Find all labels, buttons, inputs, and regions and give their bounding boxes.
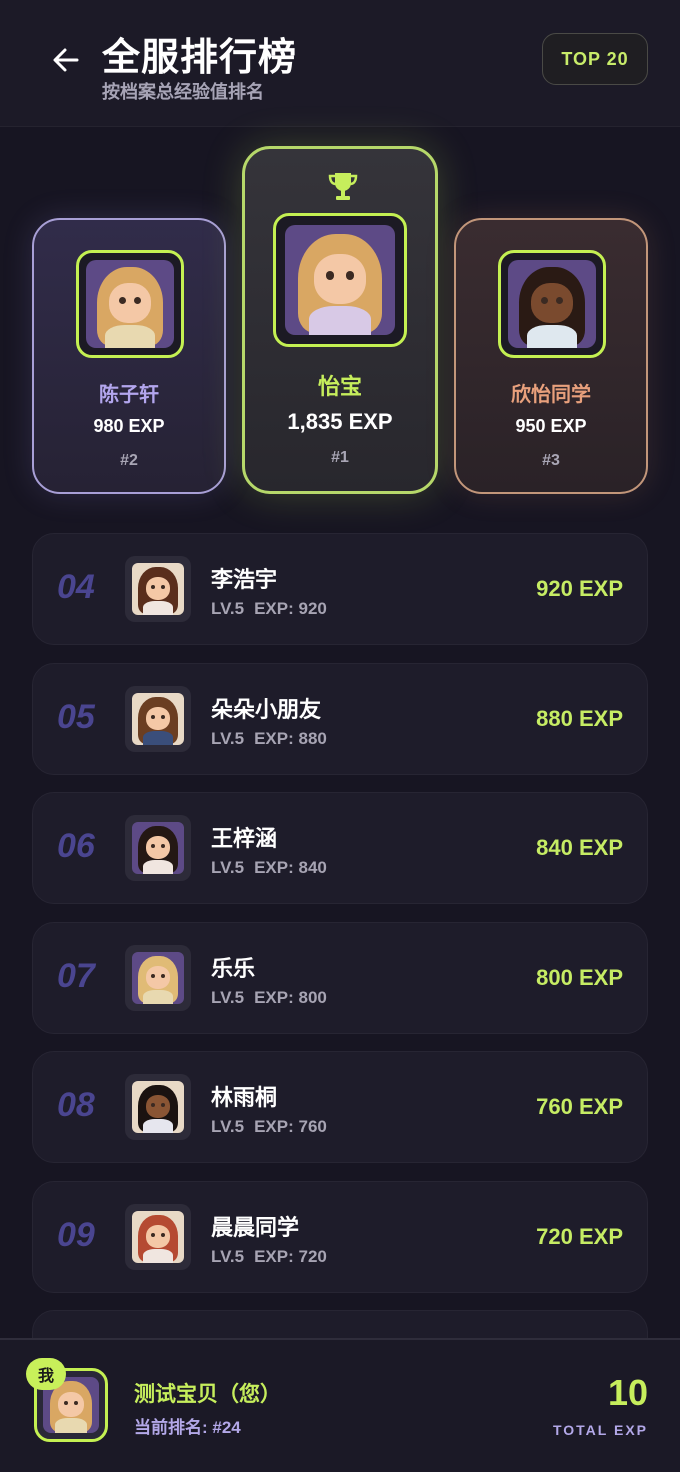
total-exp-label: TOTAL EXP bbox=[552, 1422, 648, 1438]
user-name: 朵朵小朋友 bbox=[211, 697, 322, 722]
user-meta: LV.5 EXP: 920 bbox=[211, 599, 327, 618]
header: 全服排行榜 按档案总经验值排名 TOP 20 bbox=[0, 0, 680, 127]
exp-value: 880 EXP bbox=[536, 706, 623, 731]
rank-number: 05 bbox=[57, 698, 95, 736]
rank-number: 06 bbox=[57, 827, 95, 865]
list-item[interactable]: 05 朵朵小朋友 LV.5 EXP: 880 880 EXP bbox=[32, 663, 648, 775]
podium-exp: 950 EXP bbox=[515, 416, 587, 436]
user-name: 李浩宇 bbox=[211, 567, 278, 592]
page-subtitle: 按档案总经验值排名 bbox=[102, 82, 264, 102]
user-meta: LV.5 EXP: 760 bbox=[211, 1117, 327, 1136]
rank-number: 04 bbox=[57, 568, 95, 606]
list-item[interactable]: 06 王梓涵 LV.5 EXP: 840 840 EXP bbox=[32, 792, 648, 904]
exp-value: 800 EXP bbox=[536, 965, 623, 990]
list-item[interactable]: 08 林雨桐 LV.5 EXP: 760 760 EXP bbox=[32, 1051, 648, 1163]
podium-rank: #3 bbox=[542, 452, 560, 469]
podium-second[interactable]: 陈子轩 980 EXP #2 bbox=[32, 218, 226, 494]
podium-exp: 980 EXP bbox=[93, 416, 165, 436]
user-name: 乐乐 bbox=[211, 956, 256, 981]
podium-name: 怡宝 bbox=[317, 374, 362, 399]
user-name: 晨晨同学 bbox=[211, 1215, 300, 1240]
exp-value: 840 EXP bbox=[536, 835, 623, 860]
exp-value: 720 EXP bbox=[536, 1224, 623, 1249]
podium-rank: #1 bbox=[331, 449, 349, 466]
page-title: 全服排行榜 bbox=[102, 37, 298, 79]
exp-value: 920 EXP bbox=[536, 576, 623, 601]
my-name: 测试宝贝（您） bbox=[134, 1383, 281, 1406]
avatar-frame bbox=[273, 213, 407, 347]
user-name: 王梓涵 bbox=[211, 826, 278, 851]
podium-rank: #2 bbox=[120, 452, 138, 469]
avatar bbox=[125, 815, 191, 881]
avatar bbox=[86, 260, 174, 348]
podium-first[interactable]: 怡宝 1,835 EXP #1 bbox=[242, 146, 438, 494]
podium-name: 欣怡同学 bbox=[511, 384, 591, 406]
user-meta: LV.5 EXP: 880 bbox=[211, 729, 327, 748]
rank-number: 07 bbox=[57, 957, 95, 995]
user-name: 林雨桐 bbox=[211, 1085, 278, 1110]
list-item[interactable]: 07 乐乐 LV.5 EXP: 800 800 EXP bbox=[32, 922, 648, 1034]
list-item[interactable]: 04 李浩宇 LV.5 EXP: 920 920 EXP bbox=[32, 533, 648, 645]
avatar-frame bbox=[76, 250, 184, 358]
me-badge: 我 bbox=[26, 1358, 66, 1390]
avatar bbox=[125, 1074, 191, 1140]
list-item[interactable]: 09 晨晨同学 LV.5 EXP: 720 720 EXP bbox=[32, 1181, 648, 1293]
podium-third[interactable]: 欣怡同学 950 EXP #3 bbox=[454, 218, 648, 494]
leaderboard-page: 全服排行榜 按档案总经验值排名 TOP 20 陈子轩 980 EXP #2 怡宝… bbox=[0, 0, 680, 1472]
user-meta: LV.5 EXP: 840 bbox=[211, 858, 327, 877]
rank-number: 08 bbox=[57, 1086, 95, 1124]
current-user-bar: 我 测试宝贝（您） 当前排名: #24 10 TOTAL EXP bbox=[0, 1338, 680, 1472]
avatar bbox=[125, 945, 191, 1011]
avatar bbox=[125, 556, 191, 622]
podium-exp: 1,835 EXP bbox=[287, 409, 393, 434]
trophy-icon bbox=[328, 173, 358, 200]
arrow-left-icon bbox=[53, 48, 79, 72]
my-rank: 当前排名: #24 bbox=[134, 1418, 241, 1437]
avatar bbox=[125, 1204, 191, 1270]
avatar bbox=[125, 686, 191, 752]
back-button[interactable] bbox=[48, 42, 84, 78]
avatar bbox=[508, 260, 596, 348]
avatar-frame bbox=[498, 250, 606, 358]
podium-name: 陈子轩 bbox=[99, 384, 159, 406]
rank-number: 09 bbox=[57, 1216, 95, 1254]
top-20-badge[interactable]: TOP 20 bbox=[542, 33, 648, 85]
user-meta: LV.5 EXP: 800 bbox=[211, 988, 327, 1007]
my-total-exp: 10 bbox=[607, 1372, 648, 1413]
exp-value: 760 EXP bbox=[536, 1094, 623, 1119]
avatar bbox=[285, 225, 395, 335]
user-meta: LV.5 EXP: 720 bbox=[211, 1247, 327, 1266]
